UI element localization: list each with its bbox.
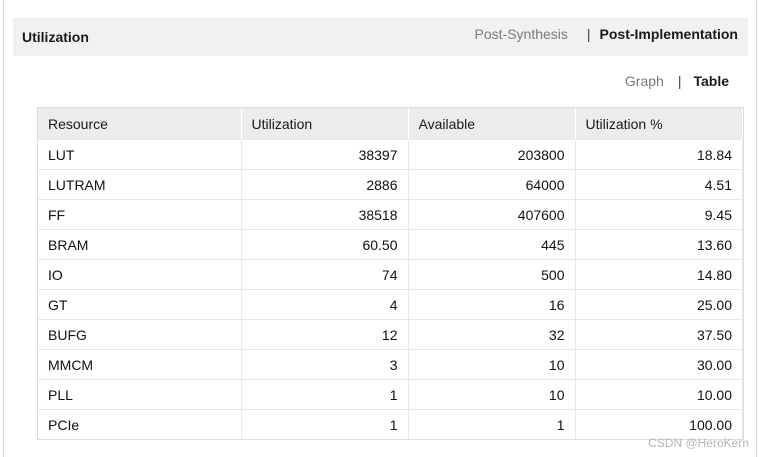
cell-utilization-percent: 18.84 [575, 139, 743, 170]
cell-available: 500 [408, 259, 576, 290]
cell-utilization-percent: 14.80 [575, 259, 743, 290]
table-row[interactable]: IO 74 500 14.80 [38, 259, 743, 290]
cell-utilization: 38397 [241, 139, 409, 170]
table-header-row: Resource Utilization Available Utilizati… [38, 108, 743, 140]
tab-table[interactable]: Table [693, 73, 729, 89]
tab-post-synthesis[interactable]: Post-Synthesis [475, 26, 568, 42]
cell-available: 203800 [408, 139, 576, 170]
cell-available: 445 [408, 229, 576, 260]
cell-resource: BRAM [38, 229, 242, 260]
utilization-panel: Utilization Post-Synthesis | Post-Implem… [3, 0, 757, 457]
cell-available: 10 [408, 349, 576, 380]
table-row[interactable]: MMCM 3 10 30.00 [38, 349, 743, 380]
cell-available: 32 [408, 319, 576, 350]
cell-utilization-percent: 30.00 [575, 349, 743, 380]
cell-utilization: 74 [241, 259, 409, 290]
cell-utilization-percent: 100.00 [575, 409, 743, 439]
cell-available: 16 [408, 289, 576, 320]
tab-graph[interactable]: Graph [625, 73, 664, 89]
cell-utilization: 1 [241, 409, 409, 439]
column-header-available[interactable]: Available [408, 108, 576, 140]
cell-available: 64000 [408, 169, 576, 200]
table-row[interactable]: PLL 1 10 10.00 [38, 379, 743, 410]
view-separator: | [677, 73, 682, 89]
cell-utilization-percent: 4.51 [575, 169, 743, 200]
column-header-resource[interactable]: Resource [38, 108, 242, 140]
cell-resource: MMCM [38, 349, 242, 380]
cell-available: 1 [408, 409, 576, 439]
tab-post-implementation[interactable]: Post-Implementation [600, 26, 738, 42]
table-body: LUT 38397 203800 18.84 LUTRAM 2886 64000 4.51 … [38, 139, 743, 439]
cell-utilization: 1 [241, 379, 409, 410]
table-row[interactable]: FF 38518 407600 9.45 [38, 199, 743, 230]
cell-utilization-percent: 9.45 [575, 199, 743, 230]
cell-utilization-percent: 10.00 [575, 379, 743, 410]
cell-available: 10 [408, 379, 576, 410]
table-row[interactable]: LUTRAM 2886 64000 4.51 [38, 169, 743, 200]
cell-utilization: 4 [241, 289, 409, 320]
utilization-table: Resource Utilization Available Utilizati… [38, 108, 743, 439]
cell-utilization-percent: 37.50 [575, 319, 743, 350]
tab-separator: | [586, 26, 591, 42]
cell-resource: PCIe [38, 409, 242, 439]
view-tabs: Graph | Table [625, 73, 729, 89]
utilization-table-container: Resource Utilization Available Utilizati… [37, 107, 744, 440]
table-row[interactable]: GT 4 16 25.00 [38, 289, 743, 320]
stage-tabs: Post-Synthesis | Post-Implementation [475, 26, 738, 42]
cell-utilization: 2886 [241, 169, 409, 200]
table-row[interactable]: BUFG 12 32 37.50 [38, 319, 743, 350]
panel-title: Utilization [22, 29, 89, 45]
cell-resource: FF [38, 199, 242, 230]
table-row[interactable]: PCIe 1 1 100.00 [38, 409, 743, 439]
table-row[interactable]: BRAM 60.50 445 13.60 [38, 229, 743, 260]
column-header-utilization[interactable]: Utilization [241, 108, 409, 140]
cell-resource: IO [38, 259, 242, 290]
table-row[interactable]: LUT 38397 203800 18.84 [38, 139, 743, 170]
watermark: CSDN @HeroKern [648, 436, 749, 450]
cell-utilization-percent: 13.60 [575, 229, 743, 260]
cell-resource: LUTRAM [38, 169, 242, 200]
cell-utilization-percent: 25.00 [575, 289, 743, 320]
cell-utilization: 38518 [241, 199, 409, 230]
cell-resource: BUFG [38, 319, 242, 350]
panel-header: Utilization Post-Synthesis | Post-Implem… [13, 18, 748, 56]
cell-resource: PLL [38, 379, 242, 410]
cell-available: 407600 [408, 199, 576, 230]
cell-resource: GT [38, 289, 242, 320]
cell-utilization: 60.50 [241, 229, 409, 260]
cell-utilization: 12 [241, 319, 409, 350]
cell-resource: LUT [38, 139, 242, 170]
column-header-utilization-percent[interactable]: Utilization % [575, 108, 743, 140]
cell-utilization: 3 [241, 349, 409, 380]
